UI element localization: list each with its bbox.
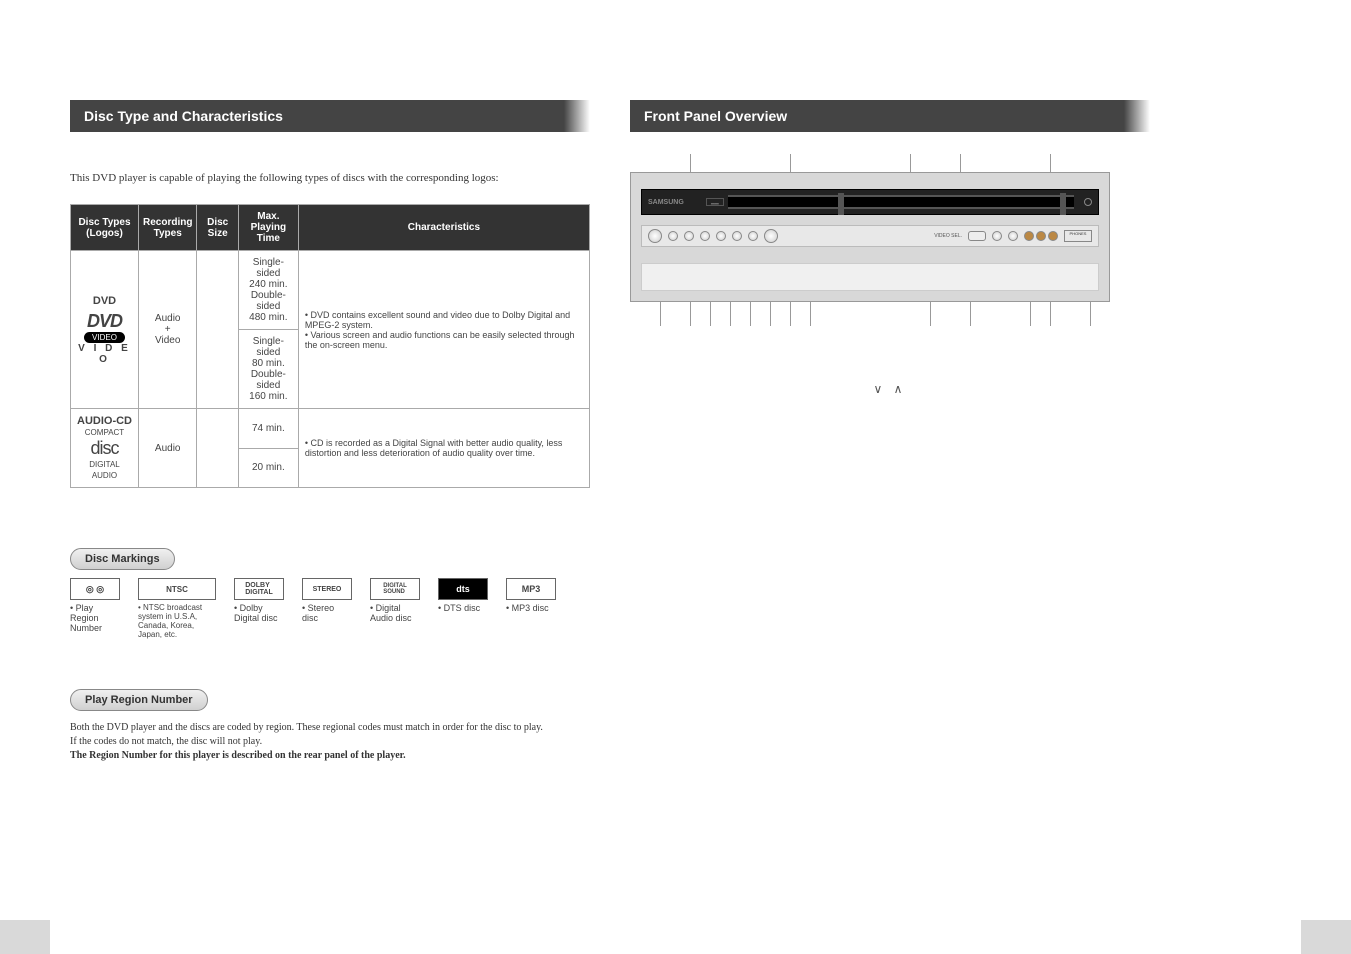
right-heading: Front Panel Overview (630, 100, 1150, 132)
dvd-video-spaced: V I D E O (78, 343, 131, 365)
digital-audio-icon: DIGITAL SOUND (370, 578, 420, 600)
dial-3 (1048, 231, 1058, 241)
th-size: Disc Size (197, 205, 238, 251)
dvd-mark-icon: DVD (87, 311, 122, 331)
cell-cd-logo: AUDIO-CD COMPACT disc DIGITAL AUDIO (71, 409, 139, 488)
mp3-icon: MP3 (506, 578, 556, 600)
callout-line (750, 302, 751, 326)
marking-mp3: MP3 • MP3 disc (506, 578, 556, 613)
play-region-title: Play Region Number (70, 689, 208, 711)
prev-button (716, 231, 726, 241)
dial-2 (1036, 231, 1046, 241)
phones-jack: PHONES (1064, 230, 1092, 242)
callout-line (710, 302, 711, 326)
marking-dolby: DOLBY DIGITAL • Dolby Digital disc (234, 578, 284, 623)
nav-arrows: ∨ ∧ (630, 382, 1150, 396)
cell-dvd-logo: DVD DVD VIDEO V I D E O (71, 251, 139, 409)
dvd-video-badge: VIDEO (84, 332, 125, 343)
play-region-section: Play Region Number Both the DVD player a… (70, 689, 590, 763)
page-edge-right (1301, 920, 1351, 954)
page-edge-left (0, 920, 50, 954)
cell-dvd-size (197, 251, 238, 409)
play-pause-button (748, 231, 758, 241)
region-body-text: Both the DVD player and the discs are co… (70, 722, 543, 747)
cell-dvd-char: • DVD contains excellent sound and video… (298, 251, 589, 409)
marking-dolby-label: • Dolby Digital disc (234, 603, 284, 623)
stereo-icon: STEREO (302, 578, 352, 600)
disc-markings-section: Disc Markings ◎ ◎ • Play Region Number N… (70, 548, 590, 639)
jack-2 (1008, 231, 1018, 241)
forward-button (700, 231, 710, 241)
callout-line (1090, 302, 1091, 326)
videosel-label: VIDEO SEL. (934, 233, 962, 239)
callout-line (1050, 302, 1051, 326)
control-row: VIDEO SEL. PHONES (641, 225, 1099, 247)
compact-icon: COMPACT (85, 428, 124, 437)
callout-line (660, 302, 661, 326)
brand-logo: SAMSUNG (642, 199, 702, 206)
cell-cd-time2: 20 min. (238, 448, 298, 488)
cell-dvd-time1: Single-sided 240 min. Double-sided 480 m… (238, 251, 298, 330)
region-bold-text: The Region Number for this player is des… (70, 750, 406, 761)
marking-dts: dts • DTS disc (438, 578, 488, 613)
next-button (732, 231, 742, 241)
cell-cd-char: • CD is recorded as a Digital Signal wit… (298, 409, 589, 488)
callout-line (970, 302, 971, 326)
marking-digital-label: • Digital Audio disc (370, 603, 420, 623)
marking-ntsc: NTSC • NTSC broadcast system in U.S.A, C… (138, 578, 216, 639)
marking-mp3-label: • MP3 disc (506, 603, 556, 613)
dolby-icon: DOLBY DIGITAL (234, 578, 284, 600)
stop-button (668, 231, 678, 241)
marking-stereo: STEREO • Stereo disc (302, 578, 352, 623)
audiocd-label: AUDIO-CD (77, 415, 132, 427)
marking-stereo-label: • Stereo disc (302, 603, 352, 623)
th-types: Disc Types (Logos) (71, 205, 139, 251)
cell-cd-recording: Audio (138, 409, 196, 488)
display-strip: SAMSUNG ▁▁ (641, 189, 1099, 215)
dial-1 (1024, 231, 1034, 241)
ezview-button (764, 229, 778, 243)
videosel-slot (968, 231, 986, 241)
ntsc-icon: NTSC (138, 578, 216, 600)
cell-dvd-time2: Single-sided 80 min. Double-sided 160 mi… (238, 330, 298, 409)
callout-line (770, 302, 771, 326)
region-number-icon: ◎ ◎ (70, 578, 120, 600)
tray-icon: ▁▁ (706, 198, 724, 206)
th-recording: Recording Types (138, 205, 196, 251)
front-dial-icon (1084, 198, 1092, 206)
disc-types-table: Disc Types (Logos) Recording Types Disc … (70, 204, 590, 488)
intro-text: This DVD player is capable of playing th… (70, 172, 590, 184)
disc-markings-title: Disc Markings (70, 548, 175, 570)
th-characteristics: Characteristics (298, 205, 589, 251)
rewind-button (684, 231, 694, 241)
marking-ntsc-label: • NTSC broadcast system in U.S.A, Canada… (138, 603, 216, 639)
standby-button (648, 229, 662, 243)
callout-line (930, 302, 931, 326)
th-playtime: Max. Playing Time (238, 205, 298, 251)
cell-cd-time1: 74 min. (238, 409, 298, 449)
digital-audio-label: DIGITAL AUDIO (89, 460, 120, 480)
callout-line (690, 302, 691, 326)
cell-dvd-recording: Audio + Video (138, 251, 196, 409)
cell-cd-size (197, 409, 238, 488)
callout-line (810, 302, 811, 326)
callout-line (730, 302, 731, 326)
marking-dts-label: • DTS disc (438, 603, 488, 613)
callout-line (1030, 302, 1031, 326)
dts-icon: dts (438, 578, 488, 600)
panel-bottom (641, 263, 1099, 291)
left-heading: Disc Type and Characteristics (70, 100, 590, 132)
dvd-label: DVD (77, 295, 132, 307)
marking-region-label: • Play Region Number (70, 603, 120, 633)
disc-word-icon: disc (90, 438, 118, 458)
marking-region: ◎ ◎ • Play Region Number (70, 578, 120, 633)
display-window (728, 195, 1074, 209)
callout-line (790, 302, 791, 326)
jack-1 (992, 231, 1002, 241)
front-panel-illustration: SAMSUNG ▁▁ VIDEO SEL. (630, 172, 1110, 302)
marking-digital: DIGITAL SOUND • Digital Audio disc (370, 578, 420, 623)
